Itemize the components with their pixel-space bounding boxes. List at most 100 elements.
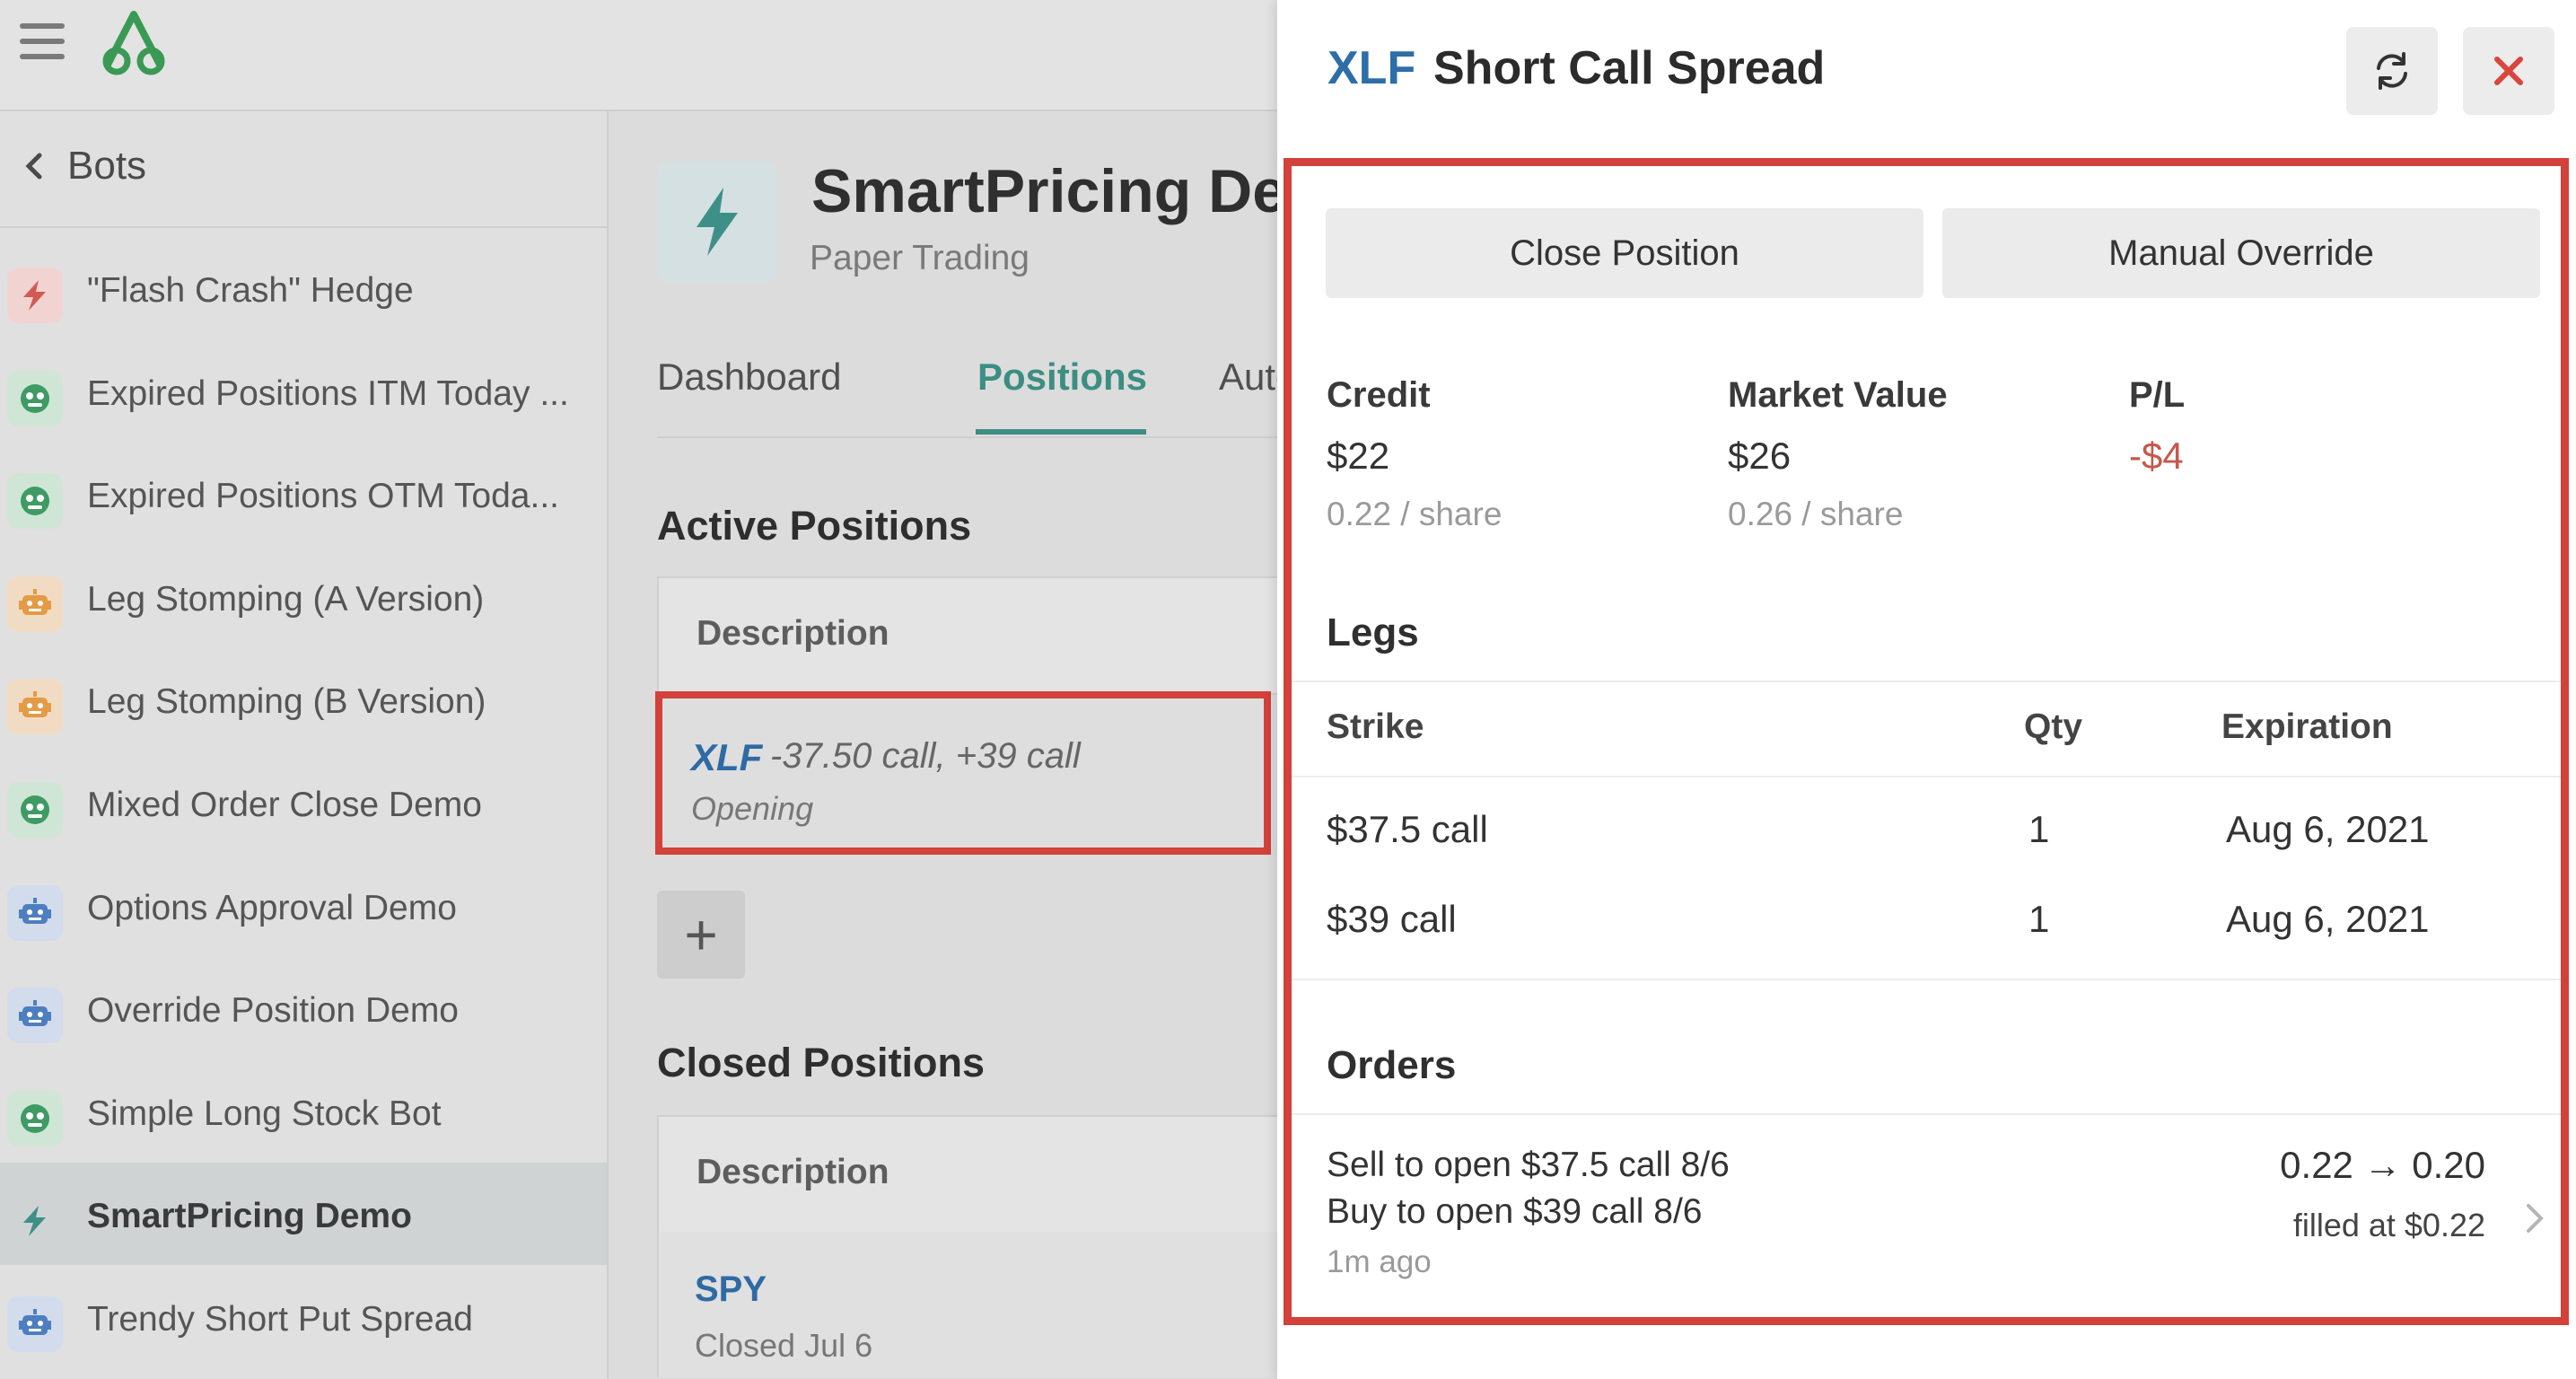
legs-heading: Legs xyxy=(1327,610,1419,654)
active-position-row[interactable]: XLF -37.50 call, +39 call Opening xyxy=(655,691,1271,855)
close-panel-button[interactable] xyxy=(2463,27,2554,115)
sidebar-bot-item[interactable]: Mixed Order Close Demo xyxy=(0,751,607,854)
sidebar-bot-item[interactable]: Leg Stomping (B Version) xyxy=(0,648,607,751)
divider xyxy=(1291,979,2562,980)
sidebar-bot-label: Mixed Order Close Demo xyxy=(87,786,482,824)
sidebar-bot-item[interactable]: Options Approval Demo xyxy=(0,855,607,957)
market-value-label: Market Value xyxy=(1728,375,1948,415)
divider xyxy=(1291,681,2562,682)
back-label: Bots xyxy=(67,144,147,188)
market-value: $26 xyxy=(1728,435,1792,477)
robot-icon xyxy=(7,988,63,1043)
divider xyxy=(1291,776,2562,777)
position-symbol: XLF xyxy=(691,736,763,778)
order-leg-1: Sell to open $37.5 call 8/6 xyxy=(1327,1146,1730,1184)
leg-strike: $39 call xyxy=(1327,898,1457,940)
closed-position-symbol: SPY xyxy=(695,1269,767,1309)
panel-header: XLF Short Call Spread xyxy=(1277,0,2576,153)
hamburger-menu-icon[interactable] xyxy=(20,23,65,65)
robot-face-icon xyxy=(7,473,63,529)
robot-icon xyxy=(7,885,63,941)
sidebar-bot-item[interactable]: SmartPricing Demo xyxy=(0,1163,607,1265)
sidebar-bot-label: Override Position Demo xyxy=(87,991,459,1030)
sidebar: Bots "Flash Crash" Hedge Expired Position… xyxy=(0,111,609,1379)
bot-avatar xyxy=(657,162,777,282)
robot-icon xyxy=(7,576,63,632)
active-positions-header: Description xyxy=(657,576,1279,695)
description-column-header: Description xyxy=(697,614,889,653)
close-position-button[interactable]: Close Position xyxy=(1326,208,1923,298)
leg-expiration: Aug 6, 2021 xyxy=(2226,808,2430,850)
bot-main-content: SmartPricing De Paper Trading Dashboard … xyxy=(609,111,1318,1379)
app-logo-icon[interactable] xyxy=(97,9,171,77)
bot-subtitle: Paper Trading xyxy=(810,239,1030,277)
lightning-bolt-icon xyxy=(7,268,63,323)
divider xyxy=(1291,1113,2562,1115)
sidebar-bot-item[interactable]: Simple Long Stock Bot xyxy=(0,1060,607,1163)
sidebar-bot-item[interactable]: Override Position Demo xyxy=(0,957,607,1059)
tab-bar: Dashboard Positions Auton xyxy=(657,347,1318,438)
robot-face-icon xyxy=(7,1091,63,1146)
closed-positions-header: Description xyxy=(657,1115,1279,1234)
sidebar-bot-label: "Flash Crash" Hedge xyxy=(87,271,414,310)
expiration-column-header: Expiration xyxy=(2221,707,2393,746)
market-value-per-share: 0.26 / share xyxy=(1728,496,1904,532)
chevron-right-icon[interactable] xyxy=(2524,1201,2545,1235)
credit-per-share: 0.22 / share xyxy=(1327,496,1503,532)
robot-icon xyxy=(7,1296,63,1352)
credit-value: $22 xyxy=(1327,435,1390,477)
position-legs: -37.50 call, +39 call xyxy=(770,736,1081,776)
sidebar-bot-item[interactable]: Expired Positions ITM Today ... xyxy=(0,340,607,443)
sidebar-bot-label: SmartPricing Demo xyxy=(87,1197,412,1235)
robot-face-icon xyxy=(7,782,63,838)
lightning-bolt-icon xyxy=(697,188,738,256)
back-to-bots-link[interactable]: Bots xyxy=(0,111,607,228)
sidebar-bot-item[interactable]: "Flash Crash" Hedge xyxy=(0,237,607,339)
orders-heading: Orders xyxy=(1327,1043,1457,1087)
active-tab-indicator xyxy=(976,429,1146,435)
sidebar-bot-label: Expired Positions OTM Toda... xyxy=(87,477,560,515)
refresh-icon xyxy=(2377,52,2407,90)
order-filled-price: filled at $0.22 xyxy=(2292,1207,2485,1243)
qty-column-header: Qty xyxy=(2024,707,2083,746)
chevron-left-icon xyxy=(25,153,42,180)
closed-position-date: Closed Jul 6 xyxy=(695,1327,873,1364)
leg-qty: 1 xyxy=(2028,898,2050,940)
sidebar-bot-label: Leg Stomping (B Version) xyxy=(87,682,486,721)
active-positions-heading: Active Positions xyxy=(657,503,972,549)
pl-value: -$4 xyxy=(2129,435,2184,477)
manual-override-button[interactable]: Manual Override xyxy=(1942,208,2540,298)
order-time: 1m ago xyxy=(1327,1244,1432,1279)
bot-title: SmartPricing De xyxy=(811,157,1287,225)
robot-icon xyxy=(7,679,63,734)
sidebar-bot-item[interactable]: Trendy Short Put Spread xyxy=(0,1266,607,1368)
robot-face-icon xyxy=(7,371,63,426)
sidebar-bot-label: Simple Long Stock Bot xyxy=(87,1094,442,1133)
sidebar-bot-item[interactable]: Expired Positions OTM Toda... xyxy=(0,443,607,545)
sidebar-bot-item[interactable]: Leg Stomping (A Version) xyxy=(0,546,607,648)
strike-column-header: Strike xyxy=(1327,707,1424,746)
sidebar-bot-label: Leg Stomping (A Version) xyxy=(87,580,485,619)
sidebar-bot-label: Expired Positions ITM Today ... xyxy=(87,374,569,413)
tab-positions[interactable]: Positions xyxy=(977,356,1147,399)
pl-label: P/L xyxy=(2129,375,2186,415)
credit-label: Credit xyxy=(1327,375,1431,415)
top-bar xyxy=(0,0,1277,111)
refresh-button[interactable] xyxy=(2346,27,2438,115)
description-column-header: Description xyxy=(697,1153,889,1191)
panel-title: Short Call Spread xyxy=(1433,42,1826,94)
sidebar-bot-label: Trendy Short Put Spread xyxy=(87,1300,473,1339)
add-position-button[interactable]: + xyxy=(657,891,745,979)
tab-dashboard[interactable]: Dashboard xyxy=(657,356,841,399)
lightning-bolt-icon xyxy=(7,1193,63,1249)
order-price-change: 0.22 → 0.20 xyxy=(2280,1144,2485,1186)
closed-positions-heading: Closed Positions xyxy=(657,1040,986,1085)
leg-strike: $37.5 call xyxy=(1327,808,1488,850)
panel-symbol: XLF xyxy=(1327,42,1416,94)
sidebar-bot-label: Options Approval Demo xyxy=(87,889,457,927)
close-icon xyxy=(2494,57,2523,85)
order-leg-2: Buy to open $39 call 8/6 xyxy=(1327,1192,1703,1231)
position-status: Opening xyxy=(691,790,814,827)
leg-qty: 1 xyxy=(2028,808,2050,850)
leg-expiration: Aug 6, 2021 xyxy=(2226,898,2430,940)
